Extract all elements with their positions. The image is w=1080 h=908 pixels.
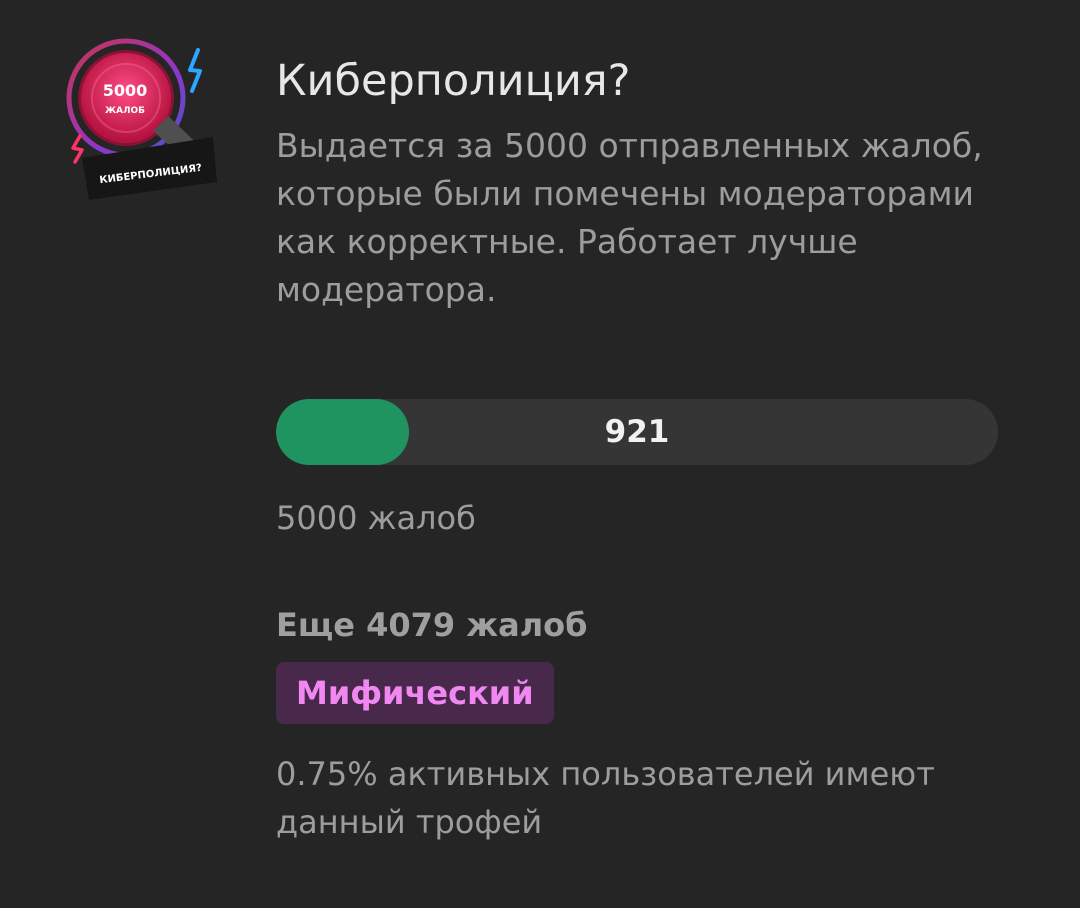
trophy-details-screen: 5000 ЖАЛОБ КИБЕРПОЛИЦИЯ? Киберполиция? В… (0, 0, 1080, 908)
badge-unit-text: ЖАЛОБ (105, 106, 145, 116)
trophy-description: Выдается за 5000 отправленных жалоб, кот… (276, 126, 983, 309)
remaining-label: Еще 4079 жалоб (276, 606, 588, 644)
progress-bar: 921 (276, 399, 998, 465)
progress-value: 921 (604, 414, 670, 450)
rarity-badge: Мифический (276, 662, 554, 724)
trophy-badge: 5000 ЖАЛОБ КИБЕРПОЛИЦИЯ? (62, 32, 222, 207)
trophy-stats: 0.75% активных пользователей имеют данны… (276, 755, 935, 841)
trophy-info: Киберполиция? Выдается за 5000 отправлен… (276, 48, 1016, 314)
trophy-title: Киберполиция? (276, 56, 631, 106)
badge-count-text: 5000 (103, 81, 148, 100)
target-label: 5000 жалоб (276, 499, 476, 537)
